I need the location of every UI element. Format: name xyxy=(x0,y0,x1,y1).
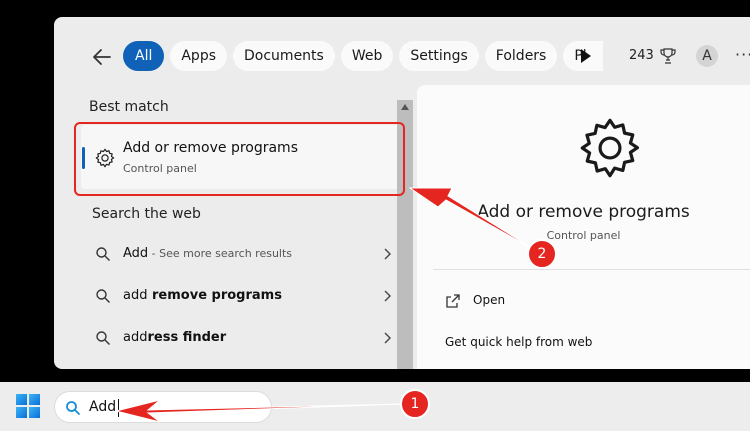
detail-pane: Add or remove programs Control panel Ope… xyxy=(417,85,750,369)
search-icon xyxy=(96,247,110,261)
quick-help-action[interactable]: Get quick help from web xyxy=(445,335,592,349)
web-result-row[interactable]: add remove programs xyxy=(81,278,401,316)
taskbar-search-box[interactable] xyxy=(54,391,272,423)
windows-start-icon[interactable] xyxy=(16,394,40,418)
detail-subtitle: Control panel xyxy=(546,229,621,242)
search-input[interactable] xyxy=(89,396,259,418)
search-icon xyxy=(96,289,110,303)
open-external-icon[interactable] xyxy=(445,293,461,309)
best-match-highlight-box xyxy=(74,122,405,196)
chip-web[interactable]: Web xyxy=(340,41,394,71)
rewards-points: 243 xyxy=(629,48,654,63)
chip-folders[interactable]: Folders xyxy=(484,41,558,71)
filter-chips: All Apps Documents Web Settings Folders … xyxy=(123,41,604,71)
scroll-chips-right-icon[interactable] xyxy=(581,49,591,63)
chip-settings[interactable]: Settings xyxy=(399,41,479,71)
search-icon xyxy=(96,331,110,345)
best-match-heading: Best match xyxy=(89,99,169,115)
account-avatar[interactable]: A xyxy=(696,45,718,67)
scroll-up-icon[interactable] xyxy=(401,104,409,110)
web-result-text: add remove programs xyxy=(123,288,282,303)
web-result-text: Add - See more search results xyxy=(123,246,293,261)
step-2-marker: 2 xyxy=(527,239,557,269)
back-arrow-icon[interactable] xyxy=(88,43,116,71)
step-1-marker: 1 xyxy=(400,389,430,419)
web-result-text: address finder xyxy=(123,330,227,345)
chevron-right-icon xyxy=(384,332,391,344)
chip-all[interactable]: All xyxy=(123,41,165,71)
chip-apps[interactable]: Apps xyxy=(170,41,228,71)
open-action[interactable]: Open xyxy=(473,293,505,307)
divider xyxy=(433,269,750,270)
taskbar xyxy=(0,382,750,431)
more-options-icon[interactable]: ··· xyxy=(735,45,750,64)
web-result-row[interactable]: address finder xyxy=(81,320,401,358)
chevron-right-icon xyxy=(384,248,391,260)
trophy-icon[interactable] xyxy=(659,47,677,65)
chip-documents[interactable]: Documents xyxy=(233,41,335,71)
detail-title: Add or remove programs xyxy=(477,202,690,222)
search-icon xyxy=(66,401,81,416)
text-caret xyxy=(118,399,119,417)
chevron-right-icon xyxy=(384,290,391,302)
web-result-row[interactable]: Add - See more search results xyxy=(81,236,401,274)
search-web-heading: Search the web xyxy=(92,206,201,222)
settings-gear-icon xyxy=(580,118,640,178)
